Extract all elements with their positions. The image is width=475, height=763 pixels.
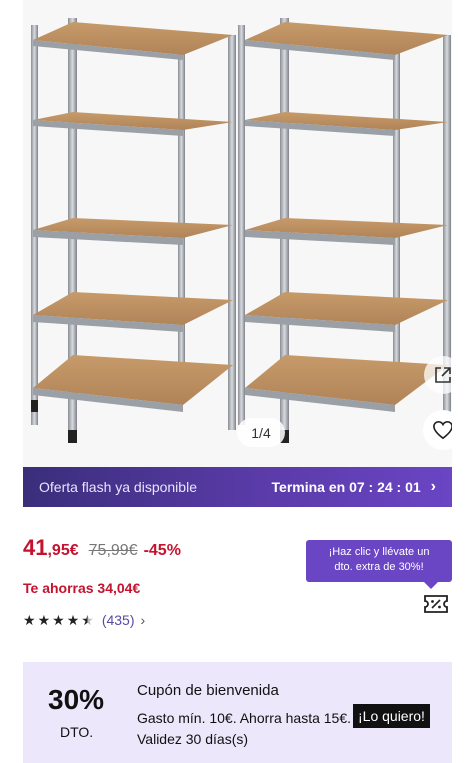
rating-row[interactable]: ★ ★ ★ ★ ★ (435) › [23, 612, 145, 628]
share-external-icon [435, 367, 451, 383]
coupon-title: Cupón de bienvenida [137, 682, 279, 699]
star-icon: ★ [52, 612, 65, 628]
extra-discount-tooltip[interactable]: ¡Haz clic y llévate un dto. extra de 30%… [306, 540, 452, 589]
discount-badge: -45% [143, 542, 181, 559]
coupon-dto-label: DTO. [60, 724, 94, 740]
coupon-ticket-icon[interactable] [423, 593, 449, 615]
star-icon: ★ [23, 612, 36, 628]
review-count[interactable]: (435) [102, 612, 135, 628]
star-icon: ★ [66, 612, 80, 628]
coupon-description: Gasto mín. 10€. Ahorra hasta 15€. Valide… [137, 710, 352, 747]
countdown-text: Termina en 07 : 24 : 01 [271, 479, 421, 495]
price-decimal: ,95 [47, 542, 70, 559]
coupon-percent: 30% [48, 684, 105, 715]
welcome-coupon[interactable]: 30% DTO. Cupón de bienvenida Gasto mín. … [23, 662, 452, 763]
tooltip-line-1: ¡Haz clic y llévate un [328, 546, 430, 558]
chevron-right-icon: › [430, 478, 436, 495]
half-star-icon: ★ [81, 612, 94, 628]
price-integer: 41 [23, 535, 48, 560]
original-price: 75,99€ [88, 542, 138, 559]
price-row: 41 ,95 € 75,99€ -45% [23, 535, 181, 561]
chevron-right-icon: › [140, 612, 146, 628]
savings-text: Te ahorras 34,04€ [23, 580, 141, 596]
image-counter: 1/4 [237, 418, 285, 447]
flash-sale-bar[interactable]: Oferta flash ya disponible Termina en 07… [23, 467, 452, 507]
tooltip-line-2: dto. extra de 30%! [334, 561, 424, 573]
product-image [31, 18, 451, 443]
price-currency: € [69, 542, 79, 559]
product-image-gallery[interactable]: 1/4 [23, 0, 452, 467]
star-icon: ★ [37, 612, 51, 628]
heart-icon [433, 420, 452, 440]
flash-sale-countdown: Termina en 07 : 24 : 01 › [272, 478, 436, 496]
flash-sale-label: Oferta flash ya disponible [39, 479, 197, 495]
claim-coupon-button[interactable]: ¡Lo quiero! [353, 704, 430, 728]
